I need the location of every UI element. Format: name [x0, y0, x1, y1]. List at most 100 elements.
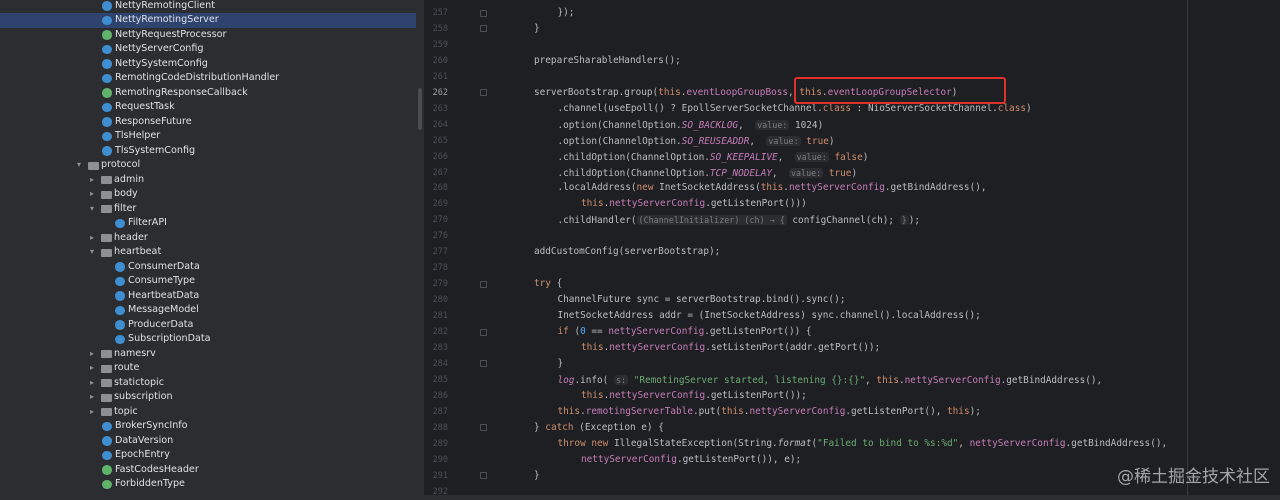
- tree-item-requesttask[interactable]: RequestTask: [0, 100, 416, 115]
- annotation-highlight-box: [794, 77, 1006, 104]
- fold-toggle-icon[interactable]: [480, 328, 487, 336]
- chevron-right-icon[interactable]: ▸: [87, 173, 97, 188]
- fold-toggle-icon[interactable]: [480, 280, 487, 288]
- code-line[interactable]: .option(ChannelOption.SO_REUSEADDR, valu…: [558, 133, 835, 149]
- tree-folder-subscription[interactable]: ▸ subscription: [0, 390, 416, 405]
- tree-item-messagemodel[interactable]: MessageModel: [0, 303, 416, 318]
- chevron-right-icon[interactable]: ▸: [87, 390, 97, 405]
- tree-item-responsefuture[interactable]: ResponseFuture: [0, 115, 416, 130]
- code-line[interactable]: try {: [534, 276, 562, 292]
- code-line[interactable]: .childOption(ChannelOption.SO_KEEPALIVE,…: [558, 149, 868, 165]
- folder-icon: [101, 234, 112, 242]
- class-icon: [102, 131, 112, 141]
- code-line[interactable]: ChannelFuture sync = serverBootstrap.bin…: [558, 292, 846, 308]
- tree-item-brokersyncinfo[interactable]: BrokerSyncInfo: [0, 419, 416, 434]
- code-line[interactable]: log.info( s: "RemotingServer started, li…: [558, 372, 1102, 388]
- tree-item-label: RemotingResponseCallback: [115, 86, 248, 98]
- code-line[interactable]: this.nettyServerConfig.getListenPort());: [581, 388, 807, 404]
- tree-item-nettyremotingclient[interactable]: NettyRemotingClient: [0, 0, 416, 13]
- tree-item-nettysystemconfig[interactable]: NettySystemConfig: [0, 57, 416, 72]
- tree-folder-admin[interactable]: ▸ admin: [0, 173, 416, 188]
- tree-folder-header[interactable]: ▸ header: [0, 231, 416, 246]
- code-line[interactable]: }: [534, 468, 540, 484]
- tree-item-dataversion[interactable]: DataVersion: [0, 434, 416, 449]
- tree-item-subscriptiondata[interactable]: SubscriptionData: [0, 332, 416, 347]
- tree-item-consumerdata[interactable]: ConsumerData: [0, 260, 416, 275]
- chevron-down-icon[interactable]: ▾: [87, 202, 97, 217]
- tree-item-consumetype[interactable]: ConsumeType: [0, 274, 416, 289]
- code-line[interactable]: .childOption(ChannelOption.TCP_NODELAY, …: [558, 165, 857, 181]
- code-line[interactable]: nettyServerConfig.getListenPort()), e);: [581, 452, 801, 468]
- code-line[interactable]: });: [558, 5, 575, 21]
- chevron-right-icon[interactable]: ▸: [87, 376, 97, 391]
- right-margin-line: [1187, 0, 1188, 495]
- fold-toggle-icon[interactable]: [480, 360, 487, 368]
- tree-item-remotingresponsecallback[interactable]: RemotingResponseCallback: [0, 86, 416, 101]
- tree-item-remotingcodedistributionhandler[interactable]: RemotingCodeDistributionHandler: [0, 71, 416, 86]
- tree-item-tlshelper[interactable]: TlsHelper: [0, 129, 416, 144]
- code-line[interactable]: throw new IllegalStateException(String.f…: [558, 436, 1168, 452]
- line-number: 263: [432, 103, 448, 114]
- code-line[interactable]: }: [534, 21, 540, 37]
- code-line[interactable]: this.nettyServerConfig.getListenPort())): [581, 196, 807, 212]
- tree-folder-protocol[interactable]: ▾ protocol: [0, 158, 416, 173]
- tree-item-label: NettySystemConfig: [115, 57, 208, 69]
- line-number: 277: [432, 247, 448, 258]
- code-line[interactable]: .option(ChannelOption.SO_BACKLOG, value:…: [558, 117, 823, 133]
- tree-item-label: ForbiddenType: [115, 478, 185, 489]
- chevron-right-icon[interactable]: ▸: [87, 361, 97, 376]
- class-icon: [102, 146, 112, 156]
- folder-icon: [101, 364, 112, 373]
- fold-toggle-icon[interactable]: [480, 89, 487, 97]
- tree-folder-namesrv[interactable]: ▸ namesrv: [0, 347, 416, 362]
- code-line[interactable]: this.remotingServerTable.put(this.nettyS…: [558, 404, 981, 420]
- tree-folder-heartbeat[interactable]: ▾ heartbeat: [0, 245, 416, 260]
- chevron-down-icon[interactable]: ▾: [74, 158, 84, 173]
- code-line[interactable]: .localAddress(new InetSocketAddress(this…: [558, 180, 987, 196]
- code-line[interactable]: this.nettyServerConfig.setListenPort(add…: [581, 340, 880, 356]
- chevron-right-icon[interactable]: ▸: [87, 231, 97, 246]
- tree-folder-route[interactable]: ▸ route: [0, 361, 416, 376]
- tree-item-label: BrokerSyncInfo: [115, 420, 188, 431]
- code-line[interactable]: if (0 == nettyServerConfig.getListenPort…: [558, 324, 812, 340]
- class-icon: [102, 59, 112, 69]
- tree-item-filterapi[interactable]: FilterAPI: [0, 216, 416, 231]
- tree-item-nettyrequestprocessor[interactable]: NettyRequestProcessor: [0, 28, 416, 43]
- tree-item-label: TlsHelper: [115, 130, 161, 141]
- tree-item-heartbeatdata[interactable]: HeartbeatData: [0, 289, 416, 304]
- tree-item-tlssystemconfig[interactable]: TlsSystemConfig: [0, 144, 416, 159]
- code-line[interactable]: .childHandler((ChannelInitializer) (ch) …: [558, 212, 920, 228]
- chevron-right-icon[interactable]: ▸: [87, 347, 97, 362]
- tree-item-label: EpochEntry: [115, 449, 170, 460]
- tree-item-epochentry[interactable]: EpochEntry: [0, 448, 416, 463]
- fold-toggle-icon[interactable]: [480, 9, 487, 17]
- code-line[interactable]: prepareSharableHandlers();: [534, 53, 681, 69]
- fold-toggle-icon[interactable]: [480, 25, 487, 33]
- code-line[interactable]: InetSocketAddress addr = (InetSocketAddr…: [558, 308, 981, 324]
- line-number: 284: [432, 358, 448, 369]
- code-editor[interactable]: 257 258 259 260 261 262 263 264 265 266 267 268 269 2…: [424, 0, 1280, 497]
- tree-item-forbiddentype[interactable]: ForbiddenType: [0, 477, 416, 492]
- fold-toggle-icon[interactable]: [480, 424, 487, 432]
- tree-item-producerdata[interactable]: ProducerData: [0, 318, 416, 333]
- tree-folder-topic[interactable]: ▸ topic: [0, 405, 416, 420]
- chevron-right-icon[interactable]: ▸: [87, 405, 97, 420]
- fold-toggle-icon[interactable]: [480, 472, 487, 480]
- code-line[interactable]: }: [558, 356, 564, 372]
- tree-folder-body[interactable]: ▸ body: [0, 187, 416, 202]
- project-scrollbar-track[interactable]: [416, 0, 424, 495]
- line-number: 257: [432, 8, 448, 18]
- chevron-right-icon[interactable]: ▸: [87, 187, 97, 202]
- tree-folder-filter[interactable]: ▾ filter: [0, 202, 416, 217]
- tree-item-nettyserverconfig[interactable]: NettyServerConfig: [0, 42, 416, 57]
- project-scrollbar-thumb[interactable]: [418, 88, 422, 130]
- tree-item-fastcodesheader[interactable]: FastCodesHeader: [0, 463, 416, 478]
- code-line[interactable]: addCustomConfig(serverBootstrap);: [534, 244, 720, 260]
- tree-item-nettyremotingserver[interactable]: NettyRemotingServer: [0, 13, 416, 28]
- code-line[interactable]: } catch (Exception e) {: [534, 420, 664, 436]
- line-number: 282: [432, 327, 448, 337]
- tree-folder-statictopic[interactable]: ▸ statictopic: [0, 376, 416, 391]
- folder-icon: [88, 161, 99, 170]
- chevron-down-icon[interactable]: ▾: [87, 245, 97, 260]
- line-number: 291: [432, 470, 448, 481]
